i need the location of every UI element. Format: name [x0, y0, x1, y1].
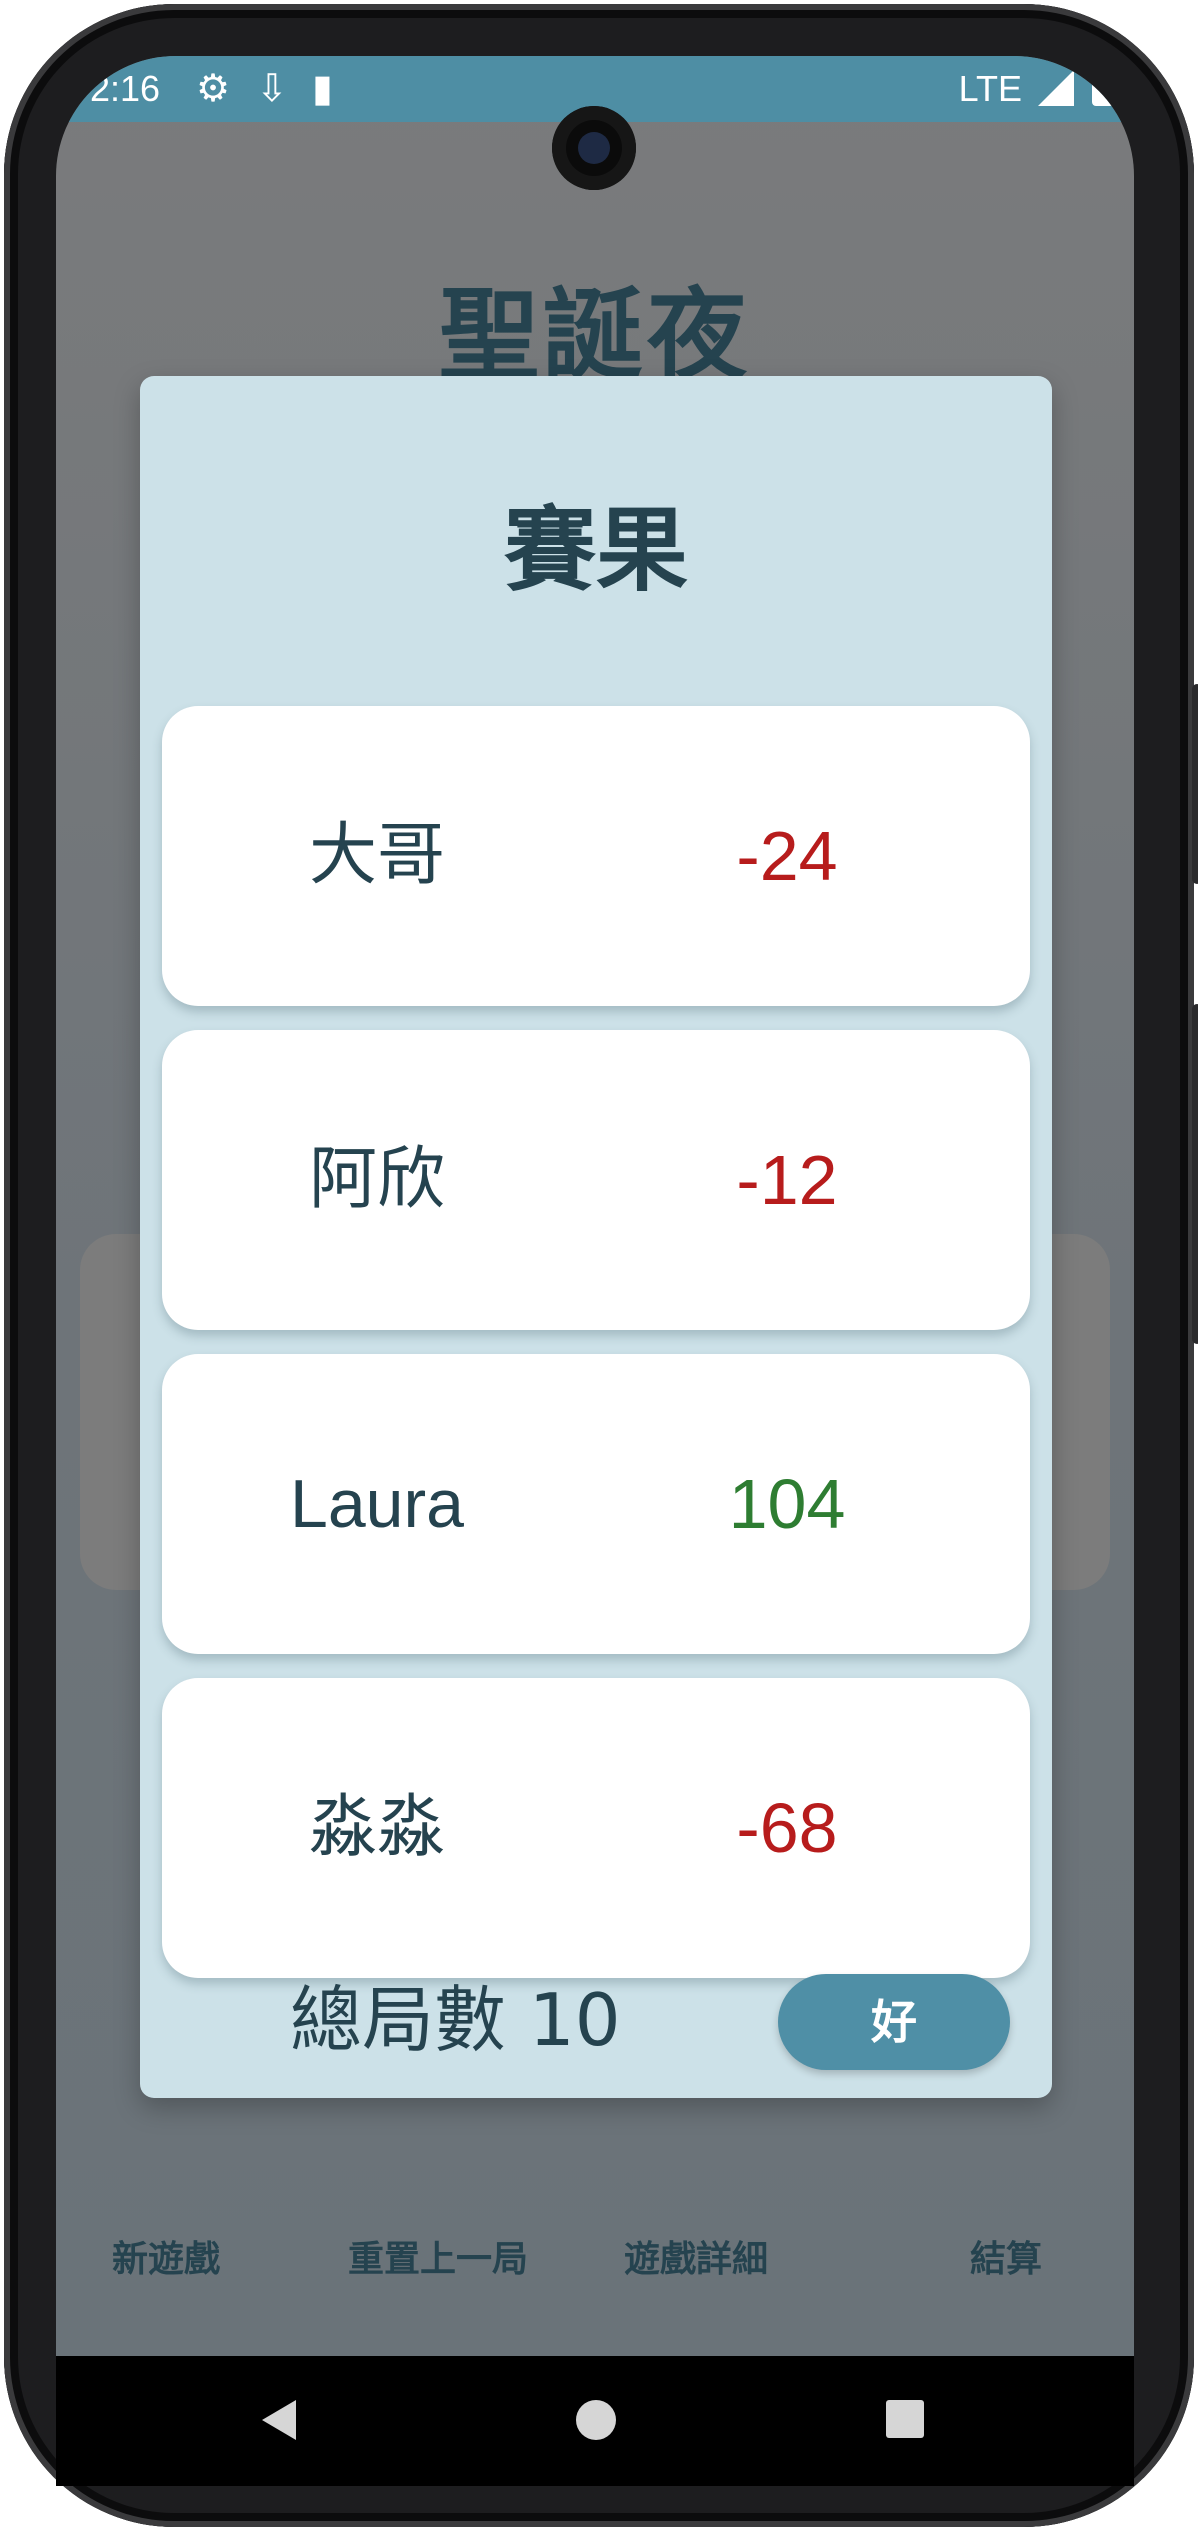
home-icon[interactable]: [576, 2400, 616, 2440]
results-dialog: 賽果 大哥 -24 阿欣 -12 Laura 104 淼淼 -68 總局數 10…: [140, 376, 1052, 2098]
settle-button[interactable]: 結算: [936, 2220, 1076, 2300]
network-type: LTE: [958, 68, 1022, 109]
ok-button[interactable]: 好: [778, 1974, 1010, 2070]
power-button: [1192, 1004, 1198, 1344]
front-camera: [552, 106, 636, 190]
settings-icon: ⚙: [196, 68, 231, 110]
signal-icon: [1038, 70, 1074, 106]
battery-icon: [1092, 68, 1114, 106]
player-score: -24: [736, 817, 838, 895]
sd-card-icon: ▮: [312, 68, 333, 110]
bottom-action-bar: 新遊戲 重置上一局 遊戲詳細 結算: [56, 2220, 1134, 2300]
player-name: 大哥: [308, 816, 445, 895]
player-name: 淼淼: [308, 1788, 445, 1867]
reset-last-round-button[interactable]: 重置上一局: [318, 2220, 558, 2300]
download-icon: ⇩: [256, 68, 288, 110]
result-card: 阿欣 -12: [162, 1030, 1030, 1330]
system-nav-bar: [56, 2356, 1134, 2486]
result-card: 大哥 -24: [162, 706, 1030, 1006]
status-time: 2:16: [90, 68, 161, 109]
player-score: 104: [728, 1465, 846, 1543]
camera-lens: [578, 132, 610, 164]
volume-button: [1192, 684, 1198, 884]
back-icon[interactable]: [262, 2400, 296, 2440]
recents-icon[interactable]: [886, 2400, 924, 2438]
new-game-button[interactable]: 新遊戲: [76, 2220, 256, 2300]
result-card: 淼淼 -68: [162, 1678, 1030, 1978]
dialog-title: 賽果: [503, 497, 688, 604]
result-card: Laura 104: [162, 1354, 1030, 1654]
total-rounds: 總局數 10: [290, 1978, 621, 2062]
screen: 2:16 ⚙ ⇩ ▮ LTE 聖誕夜 賽果 大哥 -24 阿欣 -12 Laur…: [56, 56, 1134, 2356]
player-name: Laura: [290, 1466, 464, 1542]
player-score: -68: [736, 1789, 838, 1867]
player-name: 阿欣: [308, 1140, 445, 1219]
game-details-button[interactable]: 遊戲詳細: [596, 2220, 796, 2300]
player-score: -12: [736, 1141, 838, 1219]
